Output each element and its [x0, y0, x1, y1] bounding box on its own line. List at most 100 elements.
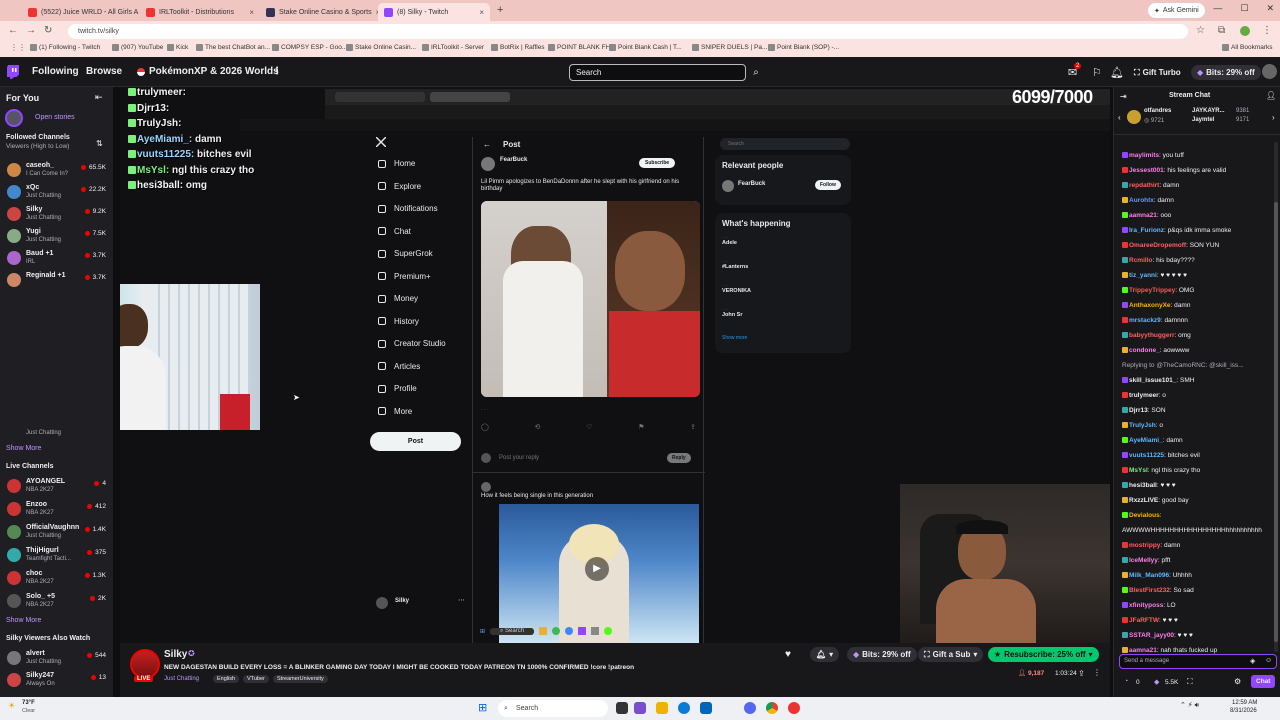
store-icon[interactable]: [700, 702, 712, 714]
apps-icon[interactable]: ⋮⋮: [10, 43, 26, 52]
app-icon[interactable]: [634, 702, 646, 714]
chat-username[interactable]: Devialous: [1129, 512, 1160, 519]
menu-icon[interactable]: ⋮: [1262, 25, 1272, 36]
chat-input[interactable]: Send a message ◈ ☺: [1119, 654, 1277, 669]
more-options-icon[interactable]: ⋮: [1093, 668, 1101, 677]
sidebar-channel[interactable]: choc NBA 2K27 1.3K: [4, 568, 110, 590]
bits-cheer-icon[interactable]: ◈: [1250, 657, 1255, 665]
app-icon[interactable]: [788, 702, 800, 714]
bookmark-item[interactable]: Point Blank (SOP) -...: [768, 44, 839, 51]
search-icon[interactable]: ⌕: [748, 64, 764, 81]
bookmark-item[interactable]: COMPSY ESP - Goo...: [272, 44, 347, 51]
chat-send-button[interactable]: Chat: [1251, 675, 1276, 688]
follow-heart-icon[interactable]: ♥: [785, 649, 791, 660]
chat-username[interactable]: aamna21: [1129, 647, 1157, 654]
sidebar-channel[interactable]: Silky Just Chatting 9.2K: [4, 204, 110, 226]
profile-avatar[interactable]: [1240, 26, 1250, 36]
sidebar-channel[interactable]: OfficialVaughnn Just Chatting 1.4K: [4, 522, 110, 544]
chat-username[interactable]: Aurohtx: [1129, 197, 1154, 204]
tab-close-icon[interactable]: ×: [249, 8, 254, 17]
bookmark-item[interactable]: IRLToolkit - Server: [422, 44, 484, 51]
nav-following[interactable]: Following: [32, 66, 79, 77]
chat-username[interactable]: TrippeyTrippey: [1129, 287, 1175, 294]
notifications-bell-button[interactable]: 🔔︎ ▾: [810, 647, 840, 662]
chat-username[interactable]: OmareeDropemoff: [1129, 242, 1186, 249]
search-input[interactable]: Search: [569, 64, 746, 81]
twitch-logo-icon[interactable]: [7, 65, 19, 79]
stream-tag[interactable]: StreamerUniversity: [273, 675, 328, 683]
url-field[interactable]: twitch.tv/silky: [68, 24, 1188, 39]
minimize-icon[interactable]: —: [1213, 3, 1222, 14]
chat-username[interactable]: Milk_Man096: [1129, 572, 1169, 579]
chat-username[interactable]: babyythuggerr: [1129, 332, 1175, 339]
whispers-icon[interactable]: ⚐: [1092, 66, 1102, 79]
edge-icon[interactable]: [678, 702, 690, 714]
sidebar-channel[interactable]: Baud +1 IRL 3.7K: [4, 248, 110, 270]
chat-username[interactable]: xfinityposs: [1129, 602, 1163, 609]
chat-username[interactable]: Ira_Furionz: [1129, 227, 1164, 234]
all-bookmarks[interactable]: All Bookmarks: [1222, 44, 1273, 51]
chat-username[interactable]: tiz_yanni: [1129, 272, 1157, 279]
bookmark-item[interactable]: Point Blank Cash | T...: [609, 44, 682, 51]
sidebar-channel[interactable]: Yugi Just Chatting 7.5K: [4, 226, 110, 248]
sidebar-channel[interactable]: alvert Just Chatting 544: [4, 648, 110, 670]
start-icon[interactable]: ⊞: [478, 701, 487, 714]
gift-turbo-button[interactable]: ⛶ Gift Turbo: [1128, 65, 1187, 80]
chat-username[interactable]: SSTAR_jayy00: [1129, 632, 1174, 639]
maximize-icon[interactable]: ☐: [1240, 3, 1248, 14]
browser-tab[interactable]: IRLToolkit - Distributions ×: [140, 3, 260, 21]
reward-icon[interactable]: ⛶: [1187, 677, 1193, 687]
chat-username[interactable]: JFaRFTW: [1129, 617, 1159, 624]
stream-tag[interactable]: English: [213, 675, 240, 683]
chat-users-icon[interactable]: 👤︎: [1266, 91, 1276, 100]
streamer-name[interactable]: Silky: [164, 649, 187, 660]
sidebar-channel[interactable]: AYOANGEL NBA 2K27 4: [4, 476, 110, 498]
chat-username[interactable]: vuuts11225: [1129, 452, 1164, 459]
share-icon[interactable]: ⇪: [1078, 669, 1085, 678]
browser-tab[interactable]: (8) Silky - Twitch ×: [378, 3, 490, 21]
gift-sub-button[interactable]: ⛶ Gift a Sub ▾: [918, 647, 984, 662]
collapse-chat-icon[interactable]: ⇥: [1120, 92, 1127, 101]
chat-username[interactable]: TrulyJsh: [1129, 422, 1156, 429]
chat-username[interactable]: AnthaxonyXe: [1129, 302, 1171, 309]
bookmark-item[interactable]: The best ChatBot an...: [196, 44, 270, 51]
chevron-right-icon[interactable]: ›: [1272, 113, 1275, 122]
system-tray-icons[interactable]: ⌃ ⚡ 🔊︎: [1180, 701, 1199, 710]
chat-username[interactable]: RxzzLIVE: [1129, 497, 1158, 504]
show-more-followed[interactable]: Show More: [6, 445, 41, 452]
bookmark-item[interactable]: Stake Online Casin...: [346, 44, 416, 51]
browser-tab[interactable]: Stake Online Casino & Sports ×: [260, 3, 378, 21]
bookmark-item[interactable]: Kick: [167, 44, 188, 51]
stream-video-player[interactable]: 6099/7000 trulymeer: Djrr13: TrulyJsh: A…: [120, 87, 1110, 643]
task-view-icon[interactable]: [616, 702, 628, 714]
stream-tag[interactable]: VTuber: [243, 675, 269, 683]
new-tab-button[interactable]: +: [497, 4, 503, 16]
sidebar-channel[interactable]: Silky247 Always On 13: [4, 670, 110, 692]
bookmark-item[interactable]: POINT BLANK FH: [548, 44, 610, 51]
chat-username[interactable]: AyeMiami_: [1129, 437, 1163, 444]
chat-username[interactable]: BlestFirst232: [1129, 587, 1170, 594]
sidebar-channel[interactable]: Reginald +1 3.7K: [4, 270, 110, 292]
weather-icon[interactable]: ☀: [8, 701, 15, 710]
bookmark-item[interactable]: BotRix | Raffles: [491, 44, 545, 51]
star-icon[interactable]: ☆: [1196, 25, 1205, 36]
show-more-live[interactable]: Show More: [6, 617, 41, 624]
file-explorer-icon[interactable]: [656, 702, 668, 714]
chat-username[interactable]: repdathirt: [1129, 182, 1159, 189]
chat-username[interactable]: Djrr13: [1129, 407, 1148, 414]
open-stories[interactable]: Open stories: [5, 109, 105, 127]
resubscribe-button[interactable]: ★ Resubscribe: 25% off ▾: [988, 647, 1099, 662]
back-icon[interactable]: ←: [8, 25, 18, 36]
forward-icon[interactable]: →: [26, 25, 36, 36]
chat-username[interactable]: mostrippy: [1129, 542, 1160, 549]
streamer-avatar[interactable]: [130, 649, 160, 679]
notifications-icon[interactable]: 🔔︎: [1110, 66, 1124, 79]
extensions-icon[interactable]: ⧉: [1218, 25, 1225, 36]
bookmark-item[interactable]: SNIPER DUELS | Pa...: [692, 44, 767, 51]
sidebar-channel[interactable]: caseoh_ I Can Come In? 65.5K: [4, 160, 110, 182]
taskbar-search[interactable]: ⌕ Search: [498, 700, 608, 717]
chat-username[interactable]: MsYsl: [1129, 467, 1148, 474]
bookmark-item[interactable]: (1) Following - Twitch: [30, 44, 100, 51]
reload-icon[interactable]: ↻: [44, 25, 52, 36]
browser-tab[interactable]: (5522) Juice WRLD - All Girls A×: [22, 3, 140, 21]
